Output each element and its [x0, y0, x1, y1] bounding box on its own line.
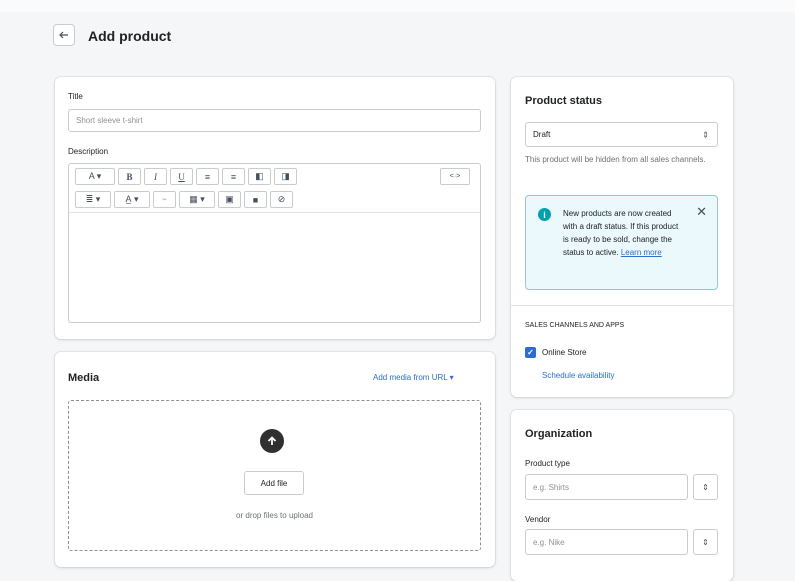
outdent-button[interactable]: ◧ [248, 168, 271, 185]
numbered-list-button[interactable]: ≡ [222, 168, 245, 185]
link-button[interactable]: ⌁ [153, 191, 176, 208]
bold-button[interactable]: B [118, 168, 141, 185]
product-type-label: Product type [525, 459, 570, 468]
toolbar-row-1: A ▾ B I U ≡ ≡ ◧ ◨ [75, 168, 300, 185]
table-button[interactable]: ▦ ▾ [179, 191, 215, 208]
align-button[interactable]: ≣ ▾ [75, 191, 111, 208]
schedule-availability-link[interactable]: Schedule availability [542, 371, 615, 380]
product-status-title: Product status [525, 95, 603, 107]
top-strip [0, 0, 795, 12]
product-type-select-button[interactable]: ⇕ [693, 474, 718, 500]
add-media-from-url-link[interactable]: Add media from URL ▾ [373, 373, 454, 382]
title-label: Title [68, 92, 83, 101]
font-style-button[interactable]: A ▾ [75, 168, 115, 185]
vendor-select-button[interactable]: ⇕ [693, 529, 718, 555]
text-color-button[interactable]: A̲ ▾ [114, 191, 150, 208]
info-icon: i [538, 208, 551, 221]
description-editor: A ▾ B I U ≡ ≡ ◧ ◨ <·> ≣ ▾ A̲ ▾ ⌁ ▦ ▾ ▣ ■… [68, 163, 481, 323]
organization-title: Organization [525, 428, 593, 440]
draft-status-banner: i New products are now created with a dr… [525, 195, 718, 290]
status-divider [511, 305, 733, 306]
underline-button[interactable]: U [170, 168, 193, 185]
online-store-checkbox[interactable]: ✓ [525, 347, 536, 358]
media-dropzone[interactable]: Add file or drop files to upload [68, 400, 481, 551]
indent-button[interactable]: ◨ [274, 168, 297, 185]
status-select[interactable]: Draft ⇕ [525, 122, 718, 147]
toolbar-row-2: ≣ ▾ A̲ ▾ ⌁ ▦ ▾ ▣ ■ ⊘ [75, 191, 296, 208]
add-file-button[interactable]: Add file [244, 471, 304, 495]
status-select-value: Draft [533, 130, 551, 139]
page-title: Add product [88, 28, 172, 44]
close-icon[interactable]: ✕ [696, 204, 707, 220]
clear-formatting-button[interactable]: ⊘ [270, 191, 293, 208]
title-input[interactable]: Short sleeve t-shirt [68, 109, 481, 132]
status-help-text: This product will be hidden from all sal… [525, 155, 706, 164]
bulleted-list-button[interactable]: ≡ [196, 168, 219, 185]
arrow-left-icon [59, 31, 68, 39]
back-button[interactable] [53, 24, 75, 46]
description-label: Description [68, 147, 109, 156]
vendor-label: Vendor [525, 515, 551, 524]
description-textarea[interactable] [69, 213, 480, 322]
checkmark-icon: ✓ [527, 348, 534, 357]
select-caret-icon: ⇕ [702, 482, 709, 492]
upload-icon [260, 429, 284, 453]
select-caret-icon: ⇕ [702, 537, 709, 547]
italic-button[interactable]: I [144, 168, 167, 185]
banner-text: New products are now created with a draf… [563, 207, 683, 259]
drop-hint: or drop files to upload [236, 511, 313, 520]
insert-image-button[interactable]: ▣ [218, 191, 241, 208]
vendor-input[interactable]: e.g. Nike [525, 529, 688, 555]
product-type-input[interactable]: e.g. Shirts [525, 474, 688, 500]
online-store-label: Online Store [542, 348, 587, 357]
html-toggle-button[interactable]: <·> [440, 168, 470, 185]
learn-more-link[interactable]: Learn more [621, 248, 662, 257]
media-title: Media [68, 372, 100, 384]
insert-video-button[interactable]: ■ [244, 191, 267, 208]
sales-channels-heading: SALES CHANNELS AND APPS [525, 322, 625, 329]
select-caret-icon: ⇕ [702, 130, 709, 139]
